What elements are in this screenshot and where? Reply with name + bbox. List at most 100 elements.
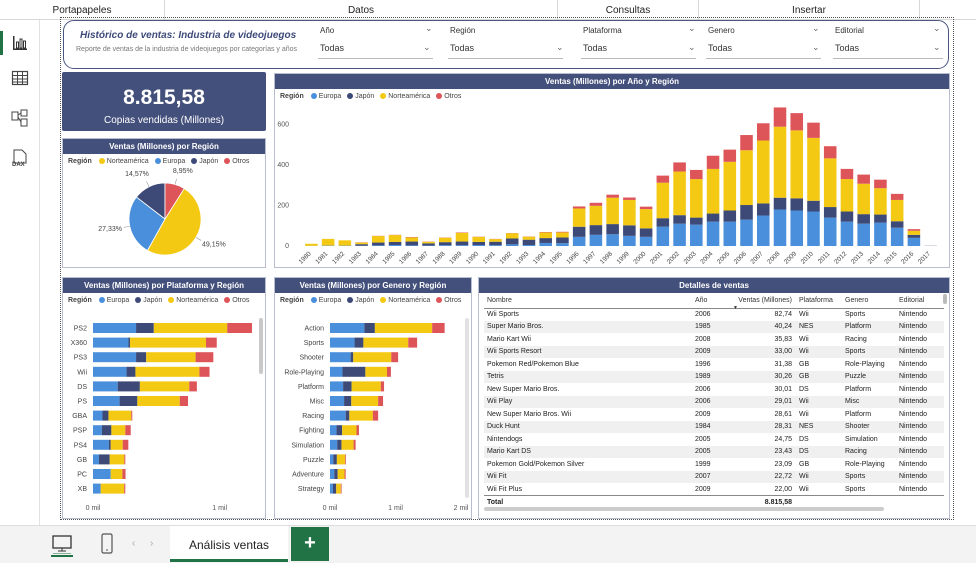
desktop-layout-icon[interactable] xyxy=(51,534,73,556)
table-row[interactable]: Wii Sports200682,74WiiSportsNintendo xyxy=(484,308,944,321)
column-header-ventas[interactable]: Ventas (Millones)▼ xyxy=(730,294,796,308)
tab-analisis-ventas[interactable]: Análisis ventas xyxy=(170,526,288,562)
table-horizontal-scrollbar[interactable] xyxy=(484,507,884,511)
column-header-genero[interactable]: Genero xyxy=(842,294,896,308)
legend-item-japon[interactable]: Japón xyxy=(347,297,374,304)
chevron-down-icon[interactable]: ⌄ xyxy=(688,23,696,34)
filter-editorial[interactable]: Editorial ⌄ Todas ⌄ xyxy=(829,21,947,67)
table-row[interactable]: Super Mario Bros.198540,24NESPlatformNin… xyxy=(484,321,944,334)
table-row[interactable]: Wii Sports Resort200933,00WiiSportsNinte… xyxy=(484,346,944,359)
table-row[interactable]: Nintendogs200524,75DSSimulationNintendo xyxy=(484,433,944,446)
sort-desc-icon[interactable]: ▼ xyxy=(733,305,738,311)
chevron-down-icon[interactable]: ⌄ xyxy=(425,23,433,34)
filter-genero-value[interactable]: Todas xyxy=(708,43,732,53)
legend-item-norteamerica[interactable]: Norteamérica xyxy=(380,297,430,304)
legend-item-europa[interactable]: Europa xyxy=(99,297,130,304)
model-view-icon[interactable] xyxy=(10,108,30,128)
filter-ano-value[interactable]: Todas xyxy=(320,43,344,53)
bar-1988-norteamerica xyxy=(439,238,452,242)
data-view-icon[interactable] xyxy=(10,68,30,88)
pie-leader-line xyxy=(196,237,201,240)
legend-item-otros[interactable]: Otros xyxy=(436,297,461,304)
table-row[interactable]: Duck Hunt198428,31NESShooterNintendo xyxy=(484,421,944,434)
legend-item-otros[interactable]: Otros xyxy=(224,297,249,304)
table-row[interactable]: New Super Mario Bros.200630,01DSPlatform… xyxy=(484,383,944,396)
legend-item-otros[interactable]: Otros xyxy=(224,158,249,165)
bar-2011-norteamerica xyxy=(824,158,837,207)
table-cell: 2006 xyxy=(692,383,730,396)
filter-genero[interactable]: Genero ⌄ Todas ⌄ xyxy=(702,21,827,67)
legend-item-europa[interactable]: Europa xyxy=(311,297,342,304)
filter-region[interactable]: Región ⌄ Todas xyxy=(444,21,569,67)
genre-bar-chart[interactable]: ActionSportsShooterRole-PlayingPlatformM… xyxy=(275,310,471,518)
mobile-layout-icon[interactable] xyxy=(100,533,114,557)
chevron-down-icon[interactable]: ⌄ xyxy=(688,42,696,53)
chevron-down-icon[interactable]: ⌄ xyxy=(933,42,941,53)
chevron-down-icon[interactable]: ⌄ xyxy=(423,42,431,53)
table-row[interactable]: Wii Play200629,01WiiMiscNintendo xyxy=(484,396,944,409)
legend-item-norteamerica[interactable]: Norteamérica xyxy=(380,93,430,100)
x-tick-label: 1 mil xyxy=(212,505,227,512)
table-vertical-scrollbar[interactable] xyxy=(943,294,947,304)
chevron-down-icon[interactable]: ⌄ xyxy=(812,23,820,34)
table-row[interactable]: Tetris198930,26GBPuzzleNintendo xyxy=(484,371,944,384)
chevron-down-icon[interactable]: ⌄ xyxy=(556,42,564,53)
table-row[interactable]: New Super Mario Bros. Wii200928,61WiiPla… xyxy=(484,408,944,421)
table-row[interactable]: Pokemon Gold/Pokemon Silver199923,09GBRo… xyxy=(484,458,944,471)
bar-1990-japon xyxy=(472,242,485,245)
sales-table-panel[interactable]: Detalles de ventas Nombre Año Ventas (Mi… xyxy=(478,277,950,519)
filter-ano[interactable]: Año ⌄ Todas ⌄ xyxy=(314,21,439,67)
bar-2004-otros xyxy=(707,156,720,169)
bar-simulation-norteamerica xyxy=(341,440,353,450)
legend-item-japon[interactable]: Japón xyxy=(191,158,218,165)
platform-bar-chart[interactable]: PS2X360PS3WiiDSPSGBAPSPPS4GBPCXB0 mil1 m… xyxy=(63,310,265,518)
bar-1998-japon xyxy=(606,224,619,234)
tab-scroll-right-icon[interactable]: › xyxy=(150,538,153,549)
legend-item-japon[interactable]: Japón xyxy=(347,93,374,100)
x-tick-label: 2 mil xyxy=(454,505,469,512)
table-row[interactable]: Wii Fit Plus200922,00WiiSportsNintendo xyxy=(484,483,944,496)
bar-fighting-norteamerica xyxy=(342,425,356,435)
filter-editorial-value[interactable]: Todas xyxy=(835,43,859,53)
legend-item-japon[interactable]: Japón xyxy=(135,297,162,304)
column-header-editorial[interactable]: Editorial xyxy=(896,294,944,308)
bar-1993-norteamerica xyxy=(523,237,536,240)
bar-2010-europa xyxy=(807,212,820,246)
legend-item-norteamerica[interactable]: Norteamérica xyxy=(168,297,218,304)
year-chart-panel[interactable]: Ventas (Millones) por Año y Región Regió… xyxy=(274,73,950,268)
bar-racing-europa xyxy=(330,411,346,421)
platform-chart-panel[interactable]: Ventas (Millones) por Plataforma y Regió… xyxy=(62,277,266,519)
report-view-icon[interactable] xyxy=(10,33,30,53)
table-row[interactable]: Mario Kart DS200523,43DSRacingNintendo xyxy=(484,446,944,459)
year-stacked-bar-chart[interactable]: 0200400600198019811982198319841985198619… xyxy=(275,104,949,267)
bar-2009-europa xyxy=(790,211,803,247)
pie-chart[interactable]: 49,15%27,33%14,57%8,95% xyxy=(63,167,267,269)
filter-plataforma[interactable]: Plataforma ⌄ Todas ⌄ xyxy=(577,21,702,67)
filter-region-value[interactable]: Todas xyxy=(450,43,474,53)
filter-plataforma-value[interactable]: Todas xyxy=(583,43,607,53)
bar-platform-europa xyxy=(330,381,343,391)
table-row[interactable]: Pokemon Red/Pokemon Blue199631,38GBRole-… xyxy=(484,358,944,371)
dax-query-icon[interactable]: DAX xyxy=(10,148,30,168)
legend-item-europa[interactable]: Europa xyxy=(155,158,186,165)
column-header-ano[interactable]: Año xyxy=(692,294,730,308)
table-row[interactable]: Wii Fit200722,72WiiSportsNintendo xyxy=(484,471,944,484)
legend-item-norteamerica[interactable]: Norteamérica xyxy=(99,158,149,165)
genre-chart-panel[interactable]: Ventas (Millones) por Genero y Región Re… xyxy=(274,277,472,519)
column-header-plataforma[interactable]: Plataforma xyxy=(796,294,842,308)
table-row[interactable]: Mario Kart Wii200835,83WiiRacingNintendo xyxy=(484,333,944,346)
bar-shooter-japon xyxy=(351,352,354,362)
legend-item-otros[interactable]: Otros xyxy=(436,93,461,100)
pie-leader-line xyxy=(124,226,130,227)
legend-item-europa[interactable]: Europa xyxy=(311,93,342,100)
bar-2014-japon xyxy=(874,215,887,223)
tab-scroll-left-icon[interactable]: ‹ xyxy=(132,538,135,549)
pie-panel[interactable]: Ventas (Millones) por Región Región Nort… xyxy=(62,138,266,268)
chevron-down-icon[interactable]: ⌄ xyxy=(812,42,820,53)
add-sheet-button[interactable]: + xyxy=(291,527,329,561)
bar-xb-europa xyxy=(93,484,101,494)
column-header-nombre[interactable]: Nombre xyxy=(484,294,692,308)
chevron-down-icon[interactable]: ⌄ xyxy=(933,23,941,34)
bar-1996-otros xyxy=(573,206,586,208)
kpi-card[interactable]: 8.815,58 Copias vendidas (Millones) xyxy=(62,72,266,131)
